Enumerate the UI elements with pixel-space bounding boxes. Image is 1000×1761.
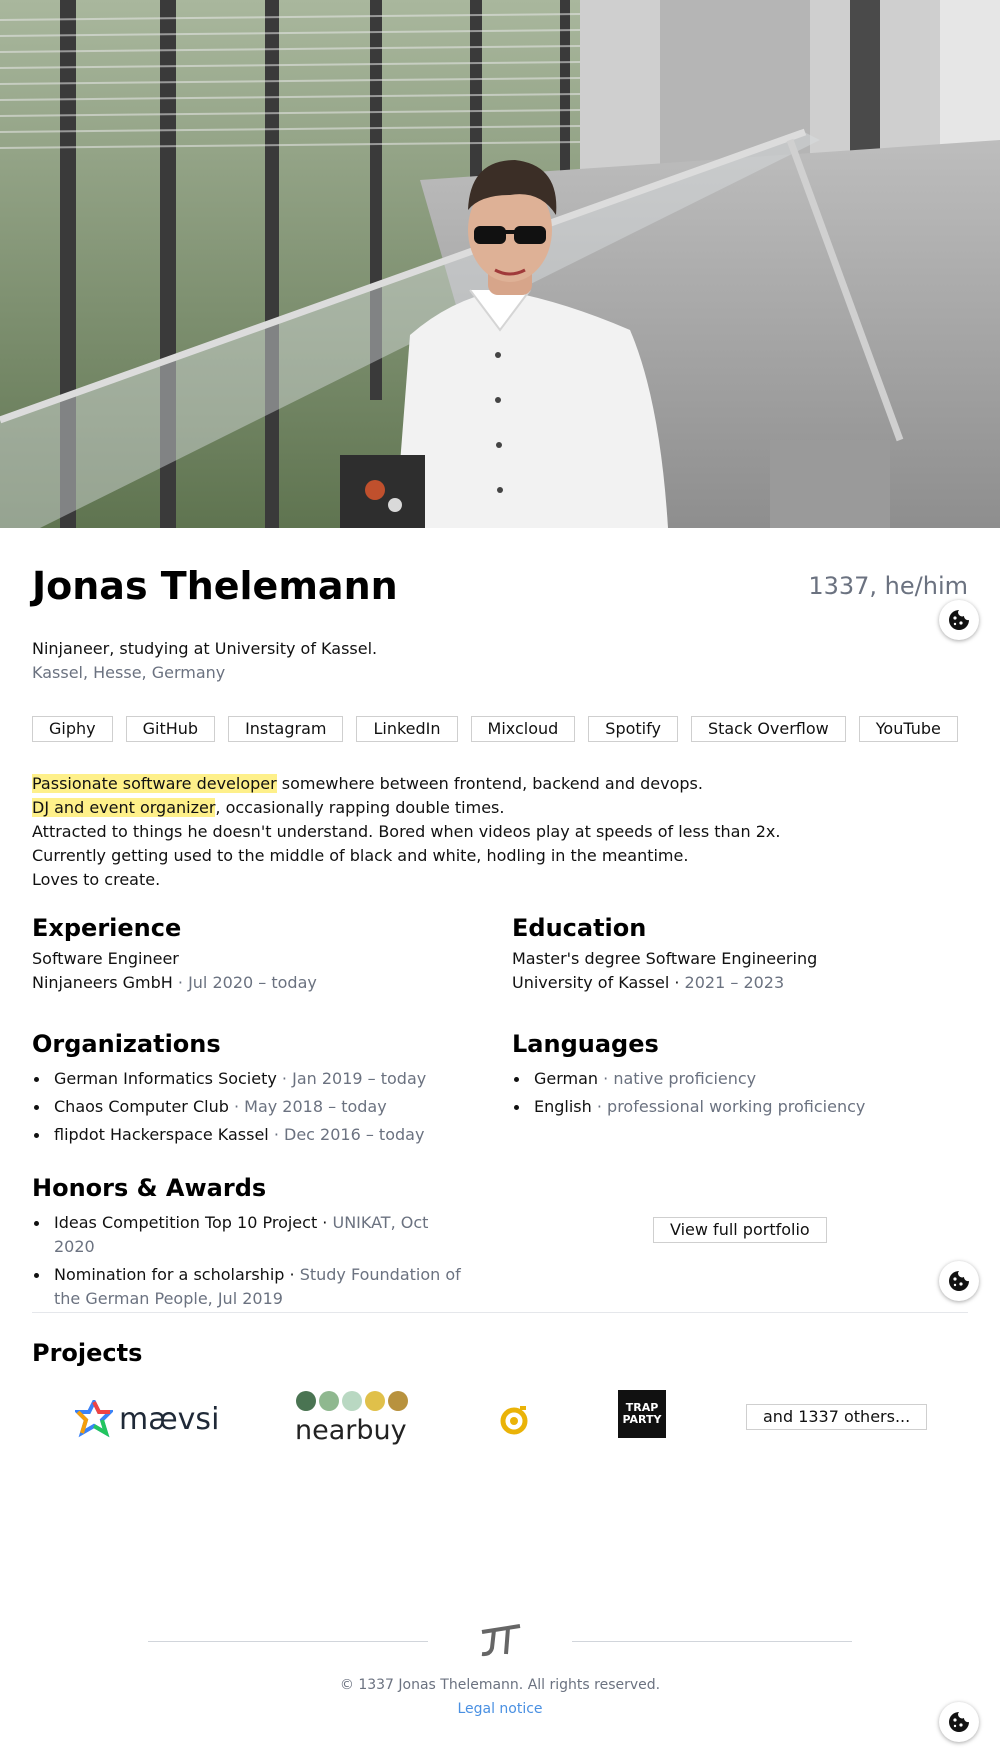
education-period: 2021 – 2023 bbox=[684, 973, 785, 992]
experience-company: Ninjaneers GmbH bbox=[32, 973, 173, 992]
divider bbox=[32, 1312, 968, 1313]
cookie-icon bbox=[949, 610, 969, 630]
link-instagram[interactable]: Instagram bbox=[228, 716, 344, 742]
experience-period: · Jul 2020 – today bbox=[172, 973, 317, 992]
footer-divider-left bbox=[148, 1641, 428, 1642]
honor-separator: · bbox=[317, 1213, 333, 1232]
jt-monogram-icon: JT bbox=[476, 1622, 521, 1657]
education-section: Education Master's degree Software Engin… bbox=[512, 916, 968, 995]
view-portfolio-button[interactable]: View full portfolio bbox=[653, 1217, 827, 1243]
gelbe-seite-logo[interactable] bbox=[498, 1404, 530, 1440]
link-stack-overflow[interactable]: Stack Overflow bbox=[690, 716, 846, 742]
education-separator: · bbox=[669, 973, 685, 992]
list-item: Chaos Computer Club · May 2018 – today bbox=[32, 1095, 472, 1119]
language-level: · professional working proficiency bbox=[591, 1097, 866, 1116]
education-degree: Master's degree Software Engineering bbox=[512, 949, 818, 968]
profile-pronouns: 1337, he/him bbox=[808, 572, 968, 600]
education-title: Education bbox=[512, 914, 647, 942]
bio-text: somewhere between frontend, backend and … bbox=[276, 774, 703, 793]
list-item: flipdot Hackerspace Kassel · Dec 2016 – … bbox=[32, 1123, 472, 1147]
organizations-title: Organizations bbox=[32, 1030, 221, 1058]
more-projects-button[interactable]: and 1337 others... bbox=[746, 1404, 928, 1430]
link-spotify[interactable]: Spotify bbox=[588, 716, 678, 742]
party-text: PARTY bbox=[622, 1413, 662, 1426]
honors-title: Honors & Awards bbox=[32, 1174, 267, 1202]
yellow-ring-icon bbox=[500, 1406, 528, 1435]
organization-period: · May 2018 – today bbox=[228, 1097, 387, 1116]
svg-text:JT: JT bbox=[476, 1622, 477, 1623]
languages-title: Languages bbox=[512, 1030, 659, 1058]
experience-section: Experience Software Engineer Ninjaneers … bbox=[32, 916, 472, 995]
cookie-icon bbox=[949, 1271, 969, 1291]
honor-name: Nomination for a scholarship bbox=[54, 1265, 285, 1284]
experience-title: Experience bbox=[32, 914, 182, 942]
profile-tagline: Ninjaneer, studying at University of Kas… bbox=[32, 639, 378, 658]
profile-name: Jonas Thelemann bbox=[32, 564, 398, 608]
footer-logo: JT bbox=[476, 1622, 524, 1658]
maevsi-star-icon bbox=[75, 1400, 113, 1438]
social-links: Giphy GitHub Instagram LinkedIn Mixcloud… bbox=[32, 716, 958, 742]
bio-highlight-dj: DJ and event organizer bbox=[32, 798, 216, 817]
link-youtube[interactable]: YouTube bbox=[858, 716, 958, 742]
education-school: University of Kassel bbox=[512, 973, 670, 992]
footer-divider-right bbox=[572, 1641, 852, 1642]
honors-section: Honors & Awards Ideas Competition Top 10… bbox=[32, 1174, 472, 1315]
language-name: English bbox=[534, 1097, 592, 1116]
organization-period: · Dec 2016 – today bbox=[268, 1125, 425, 1144]
bio-text: Currently getting used to the middle of … bbox=[32, 846, 689, 865]
list-item: German · native proficiency bbox=[512, 1067, 968, 1091]
nearbuy-logo[interactable]: nearbuy bbox=[295, 1390, 415, 1446]
list-item: Nomination for a scholarship · Study Fou… bbox=[32, 1263, 472, 1311]
experience-role: Software Engineer bbox=[32, 949, 179, 968]
organizations-section: Organizations German Informatics Society… bbox=[32, 1030, 472, 1151]
bio-highlight-developer: Passionate software developer bbox=[32, 774, 277, 793]
organization-name: flipdot Hackerspace Kassel bbox=[54, 1125, 269, 1144]
honor-name: Ideas Competition Top 10 Project bbox=[54, 1213, 318, 1232]
language-level: · native proficiency bbox=[598, 1069, 757, 1088]
maevsi-logo[interactable]: mævsi bbox=[75, 1400, 219, 1438]
bio: Passionate software developer somewhere … bbox=[32, 772, 780, 892]
hero-photo bbox=[0, 0, 1000, 528]
link-linkedin[interactable]: LinkedIn bbox=[356, 716, 458, 742]
profile-location: Kassel, Hesse, Germany bbox=[32, 663, 226, 682]
link-mixcloud[interactable]: Mixcloud bbox=[470, 716, 576, 742]
list-item: Ideas Competition Top 10 Project · UNIKA… bbox=[32, 1211, 472, 1259]
cookie-settings-button[interactable] bbox=[939, 600, 979, 640]
link-giphy[interactable]: Giphy bbox=[32, 716, 113, 742]
honor-separator: · bbox=[284, 1265, 300, 1284]
trap-party-logo[interactable]: TRAP PARTY bbox=[618, 1390, 666, 1438]
languages-section: Languages German · native proficiency En… bbox=[512, 1030, 968, 1123]
legal-notice-link[interactable]: Legal notice bbox=[0, 1701, 1000, 1717]
cookie-settings-button[interactable] bbox=[939, 1261, 979, 1301]
nearbuy-dots-icon bbox=[296, 1391, 408, 1411]
maevsi-text: mævsi bbox=[119, 1401, 220, 1437]
cookie-icon bbox=[949, 1712, 969, 1732]
bio-text: , occasionally rapping double times. bbox=[215, 798, 505, 817]
list-item: German Informatics Society · Jan 2019 – … bbox=[32, 1067, 472, 1091]
copyright-text: © 1337 Jonas Thelemann. All rights reser… bbox=[339, 1677, 661, 1693]
projects-title: Projects bbox=[32, 1339, 143, 1367]
organization-period: · Jan 2019 – today bbox=[276, 1069, 427, 1088]
bio-text: Attracted to things he doesn't understan… bbox=[32, 822, 781, 841]
bio-text: Loves to create. bbox=[32, 870, 161, 889]
organization-name: Chaos Computer Club bbox=[54, 1097, 229, 1116]
link-github[interactable]: GitHub bbox=[125, 716, 216, 742]
language-name: German bbox=[534, 1069, 599, 1088]
cookie-settings-button[interactable] bbox=[939, 1702, 979, 1742]
organization-name: German Informatics Society bbox=[54, 1069, 277, 1088]
list-item: English · professional working proficien… bbox=[512, 1095, 968, 1119]
nearbuy-text: nearbuy bbox=[295, 1415, 407, 1446]
